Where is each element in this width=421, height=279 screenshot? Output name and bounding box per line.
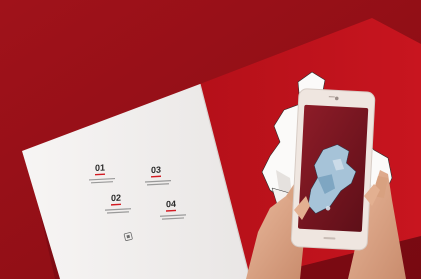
scene-svg: 01 03 02 04	[0, 0, 421, 279]
step-number: 04	[166, 199, 176, 210]
smartphone	[290, 88, 376, 251]
step-number: 03	[151, 165, 161, 176]
photo-scene: 01 03 02 04	[0, 0, 421, 279]
step-number: 02	[111, 193, 121, 204]
step-number: 01	[95, 163, 105, 174]
